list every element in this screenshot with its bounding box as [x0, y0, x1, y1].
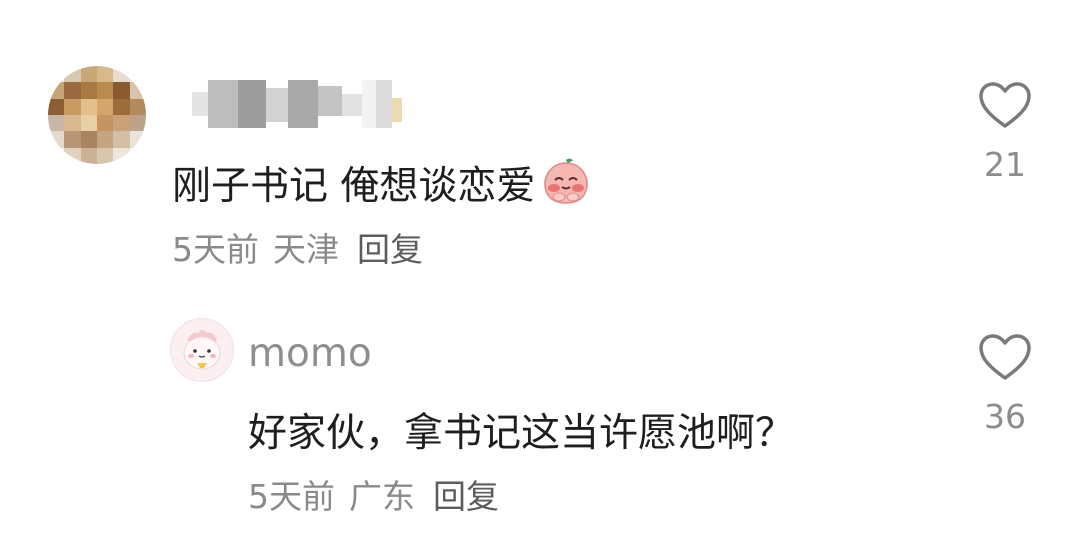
username-blurred[interactable] [192, 80, 402, 128]
comment-location: 天津 [273, 230, 339, 269]
comment-text: 刚子书记 俺想谈恋爱 [172, 158, 591, 217]
like-count: 21 [984, 145, 1026, 184]
username[interactable]: momo [248, 334, 372, 373]
comment-time: 5天前 [172, 230, 259, 269]
reply-button[interactable]: 回复 [357, 230, 423, 269]
like-count: 36 [984, 397, 1026, 436]
heart-outline-icon[interactable] [977, 80, 1033, 130]
heart-outline-icon[interactable] [977, 332, 1033, 382]
comment-text: 好家伙，拿书记这当许愿池啊？ [248, 411, 795, 456]
comment-meta: 5天前 广东 回复 [248, 480, 499, 513]
avatar[interactable] [48, 66, 146, 164]
comment-time: 5天前 [248, 477, 335, 516]
like-button[interactable]: 36 [970, 332, 1040, 433]
comment-text-content: 刚子书记 俺想谈恋爱 [172, 164, 536, 209]
blushing-peach-emoji-icon [541, 156, 591, 213]
like-button[interactable]: 21 [970, 80, 1040, 181]
comment-location: 广东 [349, 477, 415, 516]
reply-button[interactable]: 回复 [433, 477, 499, 516]
comment-meta: 5天前 天津 回复 [172, 233, 423, 266]
avatar[interactable] [170, 318, 234, 382]
